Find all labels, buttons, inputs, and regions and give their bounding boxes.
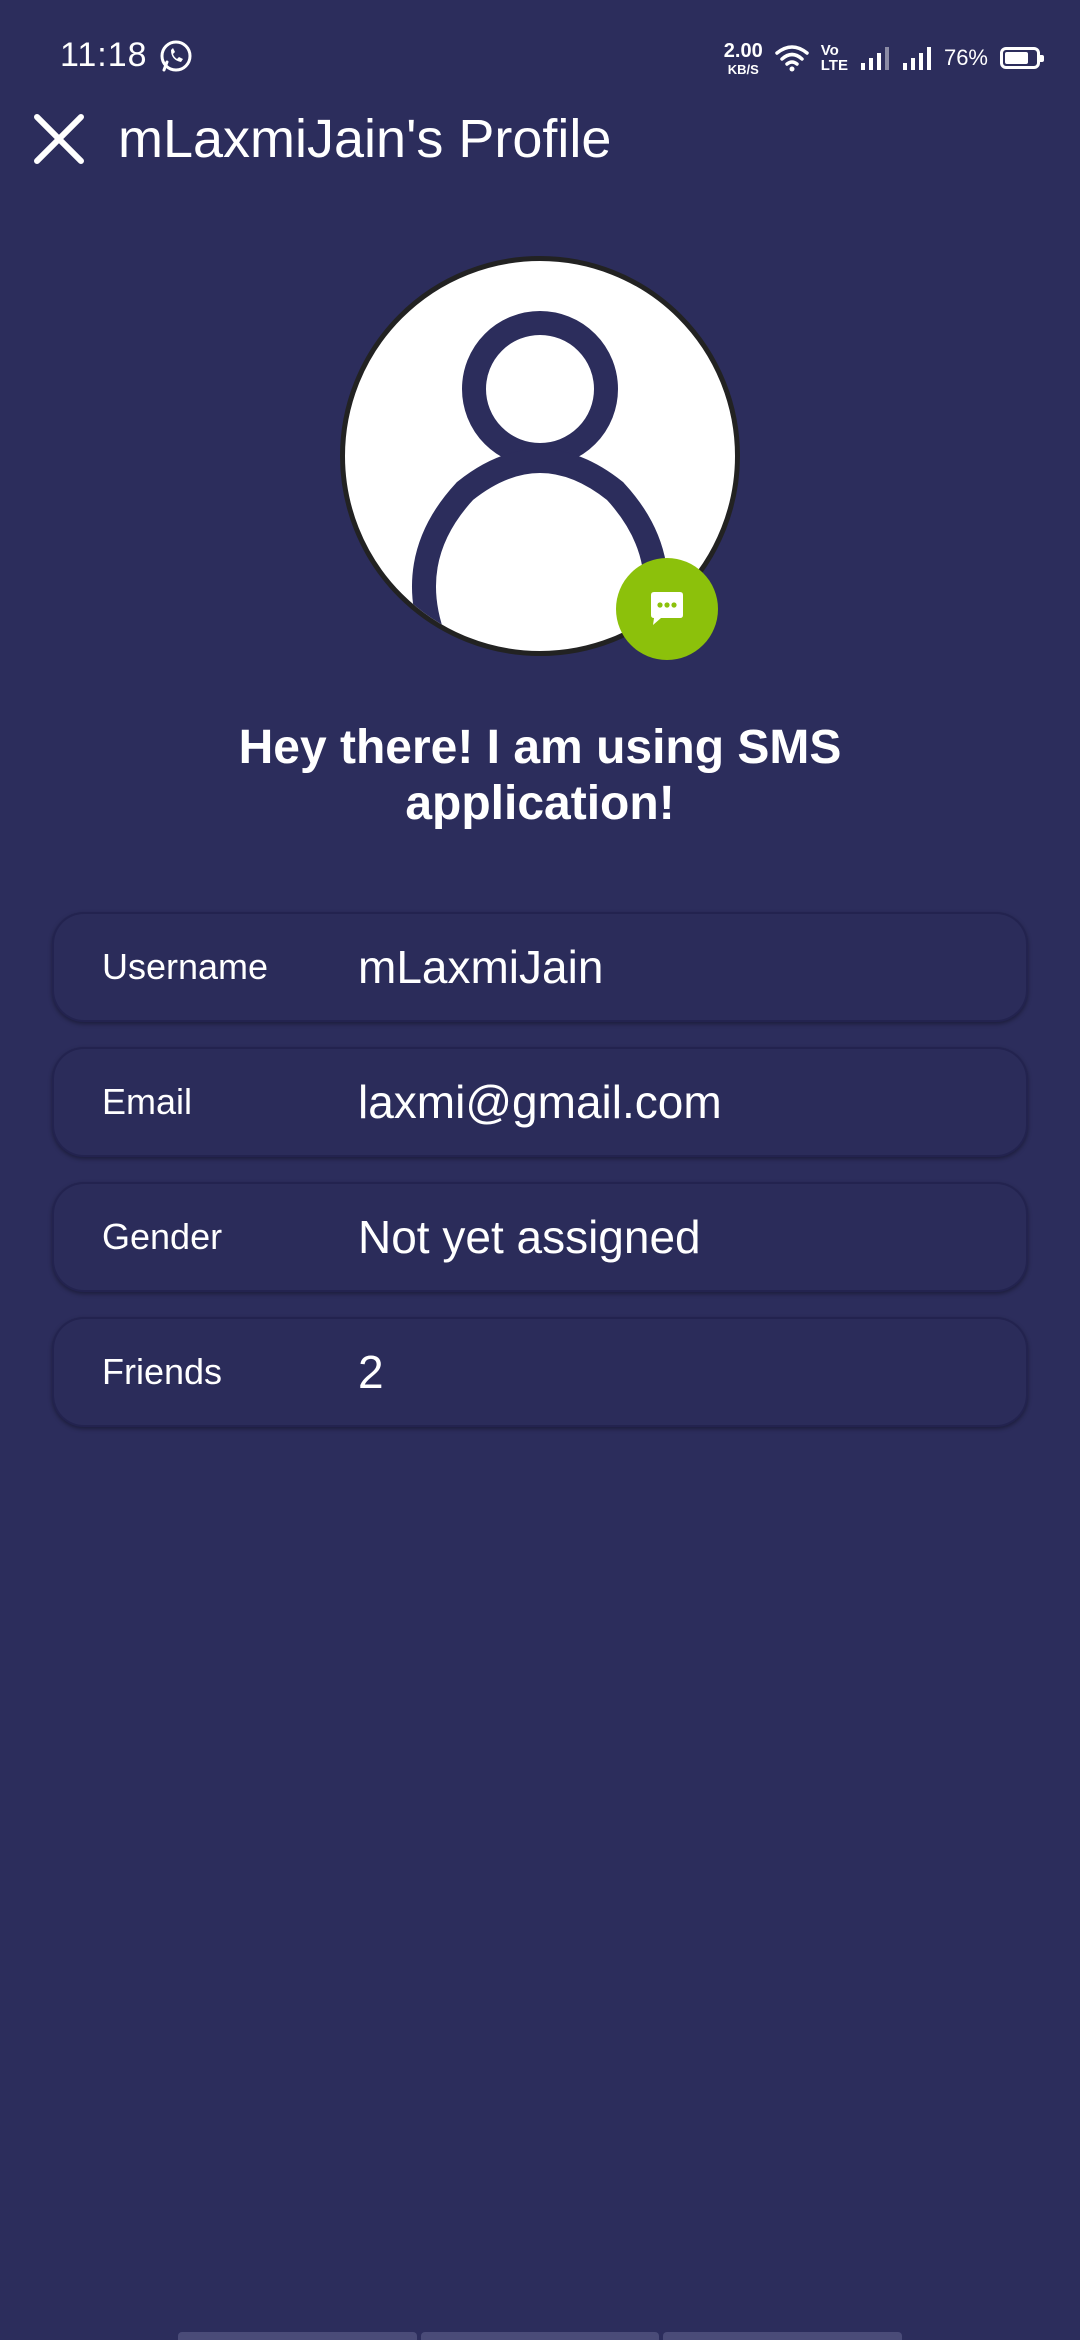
volte-bottom-label: LTE (820, 57, 848, 74)
profile-info-list: Username mLaxmiJain Email laxmi@gmail.co… (52, 912, 1028, 1452)
info-label: Gender (102, 1216, 223, 1257)
close-icon (34, 114, 84, 164)
navigation-gesture-bar[interactable] (178, 2332, 903, 2340)
whatsapp-icon (160, 40, 192, 72)
info-value: laxmi@gmail.com (358, 1076, 722, 1128)
signal-icon (860, 47, 889, 70)
wifi-icon (774, 45, 809, 72)
info-label: Email (102, 1081, 193, 1122)
chat-button[interactable] (616, 558, 718, 660)
info-label: Username (102, 946, 269, 987)
info-row-email: Email laxmi@gmail.com (52, 1047, 1028, 1157)
status-bar: 11:18 2.00 KB/S Vo LTE 76% (0, 0, 1080, 110)
volte-indicator: Vo LTE (821, 43, 848, 73)
chat-bubble-icon (651, 592, 683, 625)
info-label: Friends (102, 1351, 223, 1392)
gesture-bar-segment (420, 2332, 660, 2340)
info-row-gender: Gender Not yet assigned (52, 1182, 1028, 1292)
info-value: 2 (358, 1346, 384, 1398)
profile-status-message: Hey there! I am using SMS application! (238, 721, 842, 830)
status-icons: 2.00 KB/S Vo LTE 76% (724, 36, 1044, 80)
network-speed: 2.00 KB/S (724, 41, 763, 76)
info-row-friends[interactable]: Friends 2 (52, 1317, 1028, 1427)
info-row-username: Username mLaxmiJain (52, 912, 1028, 1022)
signal-icon (902, 47, 931, 70)
close-button[interactable] (26, 106, 92, 172)
network-speed-unit: KB/S (727, 61, 759, 77)
info-value: mLaxmiJain (358, 941, 604, 993)
battery-percent: 76% (943, 45, 988, 70)
gesture-bar-segment (663, 2332, 903, 2340)
battery-icon (1000, 47, 1044, 69)
network-speed-value: 2.00 (723, 39, 763, 62)
page-title: mLaxmiJain's Profile (118, 109, 612, 169)
battery-fill (1005, 52, 1028, 64)
gesture-bar-segment (178, 2332, 417, 2340)
info-value: Not yet assigned (358, 1211, 701, 1263)
volte-top-label: Vo (820, 42, 839, 59)
status-time: 11:18 (60, 36, 148, 74)
